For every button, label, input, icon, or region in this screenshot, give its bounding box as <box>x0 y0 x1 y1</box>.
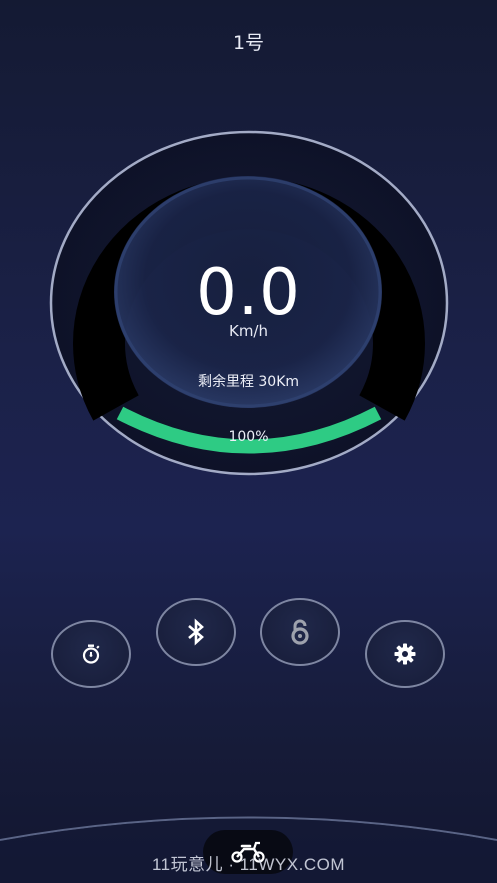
page-title: 1号 <box>232 32 265 54</box>
timer-button[interactable] <box>51 620 131 688</box>
unlock-icon <box>291 619 309 645</box>
watermark-text: 11玩意儿 · 11WYX.COM <box>151 855 345 874</box>
lock-button[interactable] <box>260 598 340 666</box>
remaining-range: 剩余里程 30Km <box>197 374 300 390</box>
bluetooth-button[interactable] <box>156 598 236 666</box>
battery-percent: 100% <box>228 429 269 445</box>
speed-unit: Km/h <box>228 322 268 340</box>
stopwatch-icon <box>82 644 100 664</box>
speed-value: 0.0 <box>196 256 301 330</box>
gear-icon <box>394 643 416 665</box>
settings-button[interactable] <box>365 620 445 688</box>
bluetooth-icon <box>188 618 204 646</box>
